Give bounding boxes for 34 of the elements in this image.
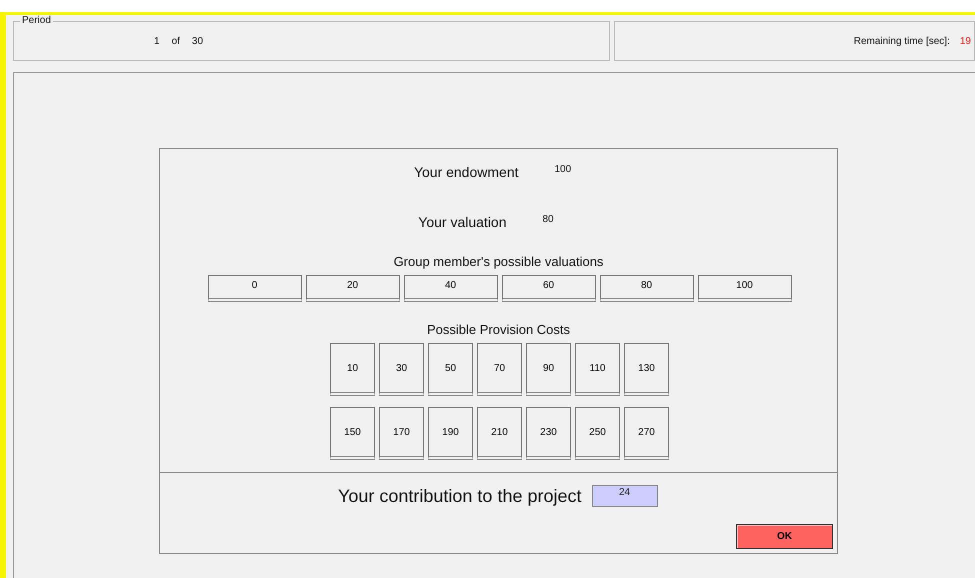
cost-option[interactable]: 30 (379, 343, 424, 396)
cost-option[interactable]: 270 (624, 407, 669, 460)
period-total: 30 (192, 36, 204, 46)
costs-title: Possible Provision Costs (426, 322, 570, 337)
valuation-label: Your valuation (417, 214, 508, 230)
cost-option[interactable]: 130 (624, 343, 669, 396)
timer-value: 19 (960, 36, 971, 46)
endowment-value: 100 (554, 164, 572, 175)
cost-option[interactable]: 190 (428, 407, 473, 460)
timer-label: Remaining time [sec]: (854, 36, 950, 46)
period-current: 1 (154, 36, 160, 46)
period-of: of (172, 36, 180, 46)
endowment-label: Your endowment (412, 164, 520, 180)
valuation-option[interactable]: 60 (502, 275, 596, 302)
valuation-option[interactable]: 20 (306, 275, 400, 302)
cost-option[interactable]: 250 (575, 407, 620, 460)
cost-option[interactable]: 10 (330, 343, 375, 396)
valuation-option[interactable]: 40 (404, 275, 498, 302)
contribution-label: Your contribution to the project (338, 486, 582, 506)
cost-option[interactable]: 70 (477, 343, 522, 396)
cost-option[interactable]: 230 (526, 407, 571, 460)
valuations-title: Group member's possible valuations (394, 254, 604, 269)
ok-button[interactable]: OK (736, 524, 833, 549)
contribution-field[interactable]: 24 (592, 485, 658, 507)
valuation-option[interactable]: 80 (600, 275, 694, 302)
valuation-option[interactable]: 0 (208, 275, 302, 302)
cost-option[interactable]: 150 (330, 407, 375, 460)
cost-option[interactable]: 90 (526, 343, 571, 396)
cost-option[interactable]: 170 (379, 407, 424, 460)
cost-option[interactable]: 210 (477, 407, 522, 460)
valuation-value: 80 (542, 214, 554, 225)
cost-option[interactable]: 50 (428, 343, 473, 396)
valuation-option[interactable]: 100 (698, 275, 792, 302)
cost-option[interactable]: 110 (575, 343, 620, 396)
